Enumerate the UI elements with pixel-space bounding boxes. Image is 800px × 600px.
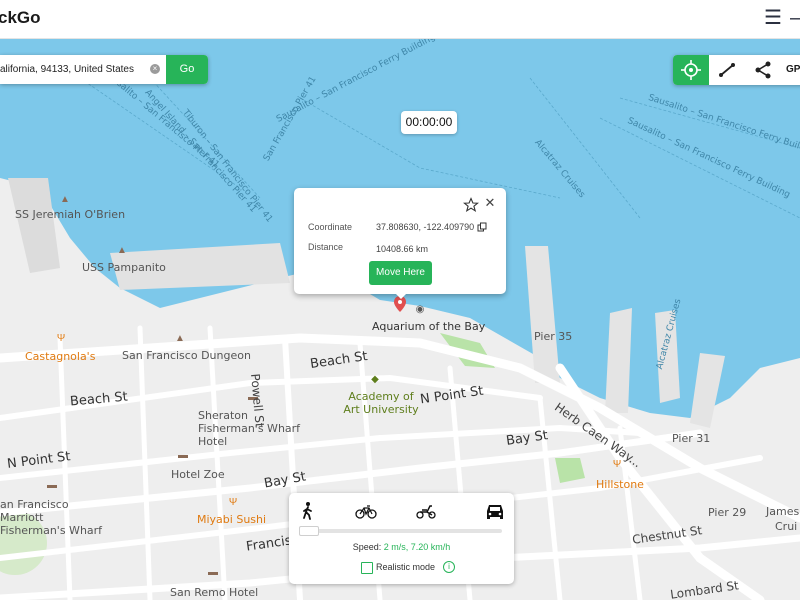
walk-icon[interactable] [297,501,319,521]
hamburger-icon[interactable]: ☰ [764,8,782,28]
speed-readout: Speed: 2 m/s, 7.20 km/h [289,542,514,552]
map-label: USS Pampanito [82,261,166,274]
two-spot-mode-button[interactable] [709,55,745,85]
map-label: San Francisco Dungeon [122,349,251,362]
clear-icon[interactable]: × [150,64,160,74]
map-label: Pier 29 [708,506,747,519]
speed-value: 2 m/s, 7.20 km/h [383,542,451,552]
car-icon[interactable] [484,501,506,521]
coordinate-label: Coordinate [308,222,353,232]
popup-pointer [394,292,408,299]
search-bar: × Go [0,55,208,84]
restaurant-icon: Ψ [612,459,622,470]
route-line-icon [719,63,735,77]
info-icon[interactable]: i [443,561,455,573]
aquarium-icon: ◉ [415,304,425,315]
map-label: Miyabi Sushi [197,513,267,526]
bike-icon[interactable] [355,501,377,521]
hotel-icon: ▬ [208,567,218,578]
landmark-icon: ▲ [175,333,185,344]
coordinate-value: 37.808630, -122.409790 [376,222,475,232]
copy-icon[interactable] [477,222,487,232]
hotel-icon: ▬ [178,450,188,461]
teleport-mode-button[interactable] [673,55,709,85]
mode-toolbar: GP [673,55,800,85]
search-input[interactable] [0,55,144,84]
speed-panel: Speed: 2 m/s, 7.20 km/h Realistic mode i [289,493,514,584]
map-label: Hotel Zoe [171,468,225,481]
cooldown-timer: 00:00:00 [401,111,457,134]
crosshair-icon [681,60,701,80]
restaurant-icon: Ψ [228,497,238,508]
go-button[interactable]: Go [166,55,208,84]
map-label: James [766,505,800,518]
restaurant-icon: Ψ [56,333,66,344]
app-title: ckGo [0,8,41,27]
close-icon[interactable]: ✕ [484,196,496,210]
map-label: Academy of Art University [343,390,419,416]
landmark-icon: ▲ [117,245,127,256]
landmark-icon: ▲ [60,194,70,205]
location-popup: ✕ Coordinate 37.808630, -122.409790 Dist… [294,188,506,299]
hotel-icon: ▬ [47,480,57,491]
distance-label: Distance [308,242,344,252]
gpx-button[interactable]: GP [786,55,800,85]
realistic-mode-label: Realistic mode [376,562,436,572]
map-label: Pier 35 [534,330,573,343]
map-label: Aquarium of the Bay [372,320,486,333]
map-label: Sheraton Fisherman's Wharf Hotel [198,409,301,448]
map-label: San Remo Hotel [170,586,259,599]
multi-spot-mode-button[interactable] [745,55,781,85]
speed-slider[interactable] [299,526,502,536]
scooter-icon[interactable] [415,501,437,521]
map-label: Castagnola's [25,350,96,363]
speed-label: Speed: [352,542,382,552]
map-label: SS Jeremiah O'Brien [15,208,126,221]
share-nodes-icon [755,61,771,79]
map-label: Pier 31 [672,432,711,445]
map-label: Crui [775,520,798,533]
map-label: an Francisco Marriott Fisherman's Wharf [0,498,103,537]
map-label: Hillstone [596,478,644,491]
realistic-mode-checkbox[interactable] [361,562,373,574]
star-icon[interactable] [463,197,479,213]
minimize-icon[interactable]: — [790,8,800,28]
title-bar: ckGo ☰ — [0,0,800,39]
speed-slider-thumb[interactable] [299,526,320,536]
distance-value: 10408.66 km [376,244,429,254]
move-here-button[interactable]: Move Here [369,261,432,285]
school-icon: ◆ [371,374,379,385]
